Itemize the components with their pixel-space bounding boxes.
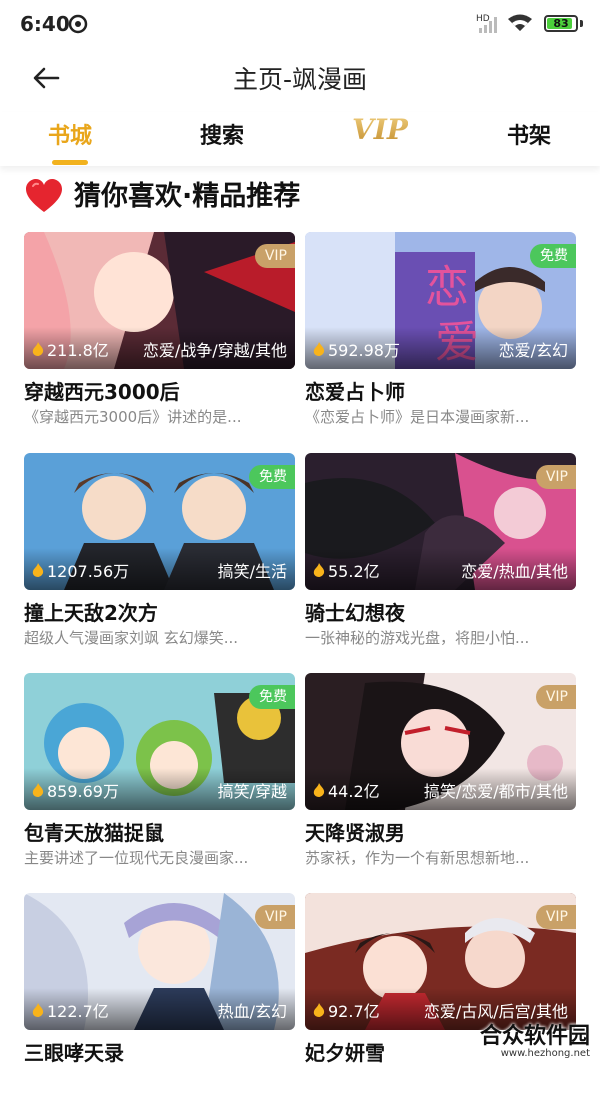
tab-vip[interactable]: VIP (352, 113, 408, 146)
comic-cover[interactable]: VIP 122.7亿 热血/玄幻 (24, 893, 295, 1030)
flame-icon (32, 783, 44, 797)
status-bar: 6:40 HD 83 (0, 0, 600, 48)
heart-icon (26, 179, 62, 212)
section-title: 猜你喜欢·精品推荐 (74, 181, 301, 212)
comic-card[interactable]: VIP 211.8亿 恋爱/战争/穿越/其他 穿越西元3000后 《穿越西元30… (24, 232, 295, 434)
flame-icon (32, 1003, 44, 1017)
comic-description: 《恋爱占卜师》是日本漫画家新... (305, 408, 530, 426)
popularity: 859.69万 (32, 778, 119, 802)
watermark: 合众软件园 www.hezhong.net (480, 1018, 590, 1059)
comic-description: 主要讲述了一位现代无良漫画家... (24, 849, 249, 867)
popularity-value: 592.98万 (328, 341, 400, 360)
popularity-value: 44.2亿 (328, 782, 380, 801)
flame-icon (313, 783, 325, 797)
popularity-value: 55.2亿 (328, 562, 380, 581)
cellular-signal-icon (479, 17, 497, 33)
genre-tags: 搞笑/恋爱/都市/其他 (423, 782, 568, 801)
comic-card[interactable]: VIP 122.7亿 热血/玄幻 三眼哮天录 (24, 893, 295, 1095)
genre-tags: 恋爱/热血/其他 (461, 562, 568, 581)
flame-icon (313, 563, 325, 577)
comic-card[interactable]: 免费 1207.56万 搞笑/生活 撞上天敌2次方 超级人气漫画家刘飒 玄幻爆笑… (24, 453, 295, 655)
comic-title[interactable]: 包青天放猫捉鼠 (24, 817, 164, 846)
vip-badge: VIP (535, 905, 576, 929)
comic-description: 《穿越西元3000后》讲述的是... (24, 408, 242, 426)
popularity: 211.8亿 (32, 337, 109, 361)
page-title: 主页-飒漫画 (232, 65, 368, 94)
comic-card[interactable]: 恋爱 免费 592.98万 恋爱/玄幻 恋爱占卜师 《恋爱占卜师》是日本漫画家新… (305, 232, 576, 434)
comic-cover[interactable]: VIP 44.2亿 搞笑/恋爱/都市/其他 (305, 673, 576, 810)
popularity-value: 859.69万 (47, 782, 119, 801)
comic-cover[interactable]: VIP 92.7亿 恋爱/古风/后宫/其他 (305, 893, 576, 1030)
flame-icon (313, 342, 325, 356)
popularity: 44.2亿 (313, 778, 380, 802)
comic-description: 苏家袄，作为一个有新思想新地... (305, 849, 530, 867)
vip-badge: VIP (254, 244, 295, 268)
flame-icon (32, 342, 44, 356)
tab-active-indicator (52, 160, 88, 165)
comic-description: 超级人气漫画家刘飒 玄幻爆笑... (24, 629, 239, 647)
vip-badge: VIP (535, 465, 576, 489)
genre-tags: 搞笑/穿越 (217, 782, 287, 801)
comic-title[interactable]: 天降贤淑男 (305, 817, 405, 846)
vip-badge: VIP (254, 905, 295, 929)
comic-card[interactable]: 免费 859.69万 搞笑/穿越 包青天放猫捉鼠 主要讲述了一位现代无良漫画家.… (24, 673, 295, 875)
app-header: 主页-飒漫画 (0, 52, 600, 104)
free-badge: 免费 (249, 465, 295, 489)
wifi-icon (508, 14, 532, 31)
genre-tags: 恋爱/战争/穿越/其他 (142, 341, 287, 360)
status-time: 6:40 (20, 12, 70, 36)
comic-title[interactable]: 骑士幻想夜 (305, 597, 405, 626)
tab-bar: 书城 搜索 VIP 书架 (0, 112, 600, 166)
tab-bookshelf[interactable]: 书架 (507, 118, 551, 150)
popularity: 92.7亿 (313, 998, 380, 1022)
comic-card[interactable]: VIP 55.2亿 恋爱/热血/其他 骑士幻想夜 一张神秘的游戏光盘，将胆小怕.… (305, 453, 576, 655)
comic-title[interactable]: 穿越西元3000后 (24, 376, 180, 405)
popularity-value: 122.7亿 (47, 1002, 109, 1021)
popularity-value: 1207.56万 (47, 562, 130, 581)
genre-tags: 搞笑/生活 (217, 562, 287, 581)
flame-icon (32, 563, 44, 577)
comic-title[interactable]: 妃夕妍雪 (305, 1037, 385, 1066)
popularity-value: 92.7亿 (328, 1002, 380, 1021)
comic-cover[interactable]: VIP 211.8亿 恋爱/战争/穿越/其他 (24, 232, 295, 369)
comic-cover[interactable]: 恋爱 免费 592.98万 恋爱/玄幻 (305, 232, 576, 369)
tab-search[interactable]: 搜索 (200, 118, 244, 150)
comic-card[interactable]: VIP 92.7亿 恋爱/古风/后宫/其他 妃夕妍雪 (305, 893, 576, 1095)
comic-title[interactable]: 撞上天敌2次方 (24, 597, 158, 626)
comic-title[interactable]: 恋爱占卜师 (305, 376, 405, 405)
battery-icon: 83 (544, 15, 578, 32)
comic-title[interactable]: 三眼哮天录 (24, 1037, 124, 1066)
comic-cover[interactable]: 免费 859.69万 搞笑/穿越 (24, 673, 295, 810)
free-badge: 免费 (249, 685, 295, 709)
comic-description: 一张神秘的游戏光盘，将胆小怕... (305, 629, 530, 647)
popularity-value: 211.8亿 (47, 341, 109, 360)
popularity: 122.7亿 (32, 998, 109, 1022)
battery-level: 83 (553, 17, 569, 30)
comic-cover[interactable]: VIP 55.2亿 恋爱/热血/其他 (305, 453, 576, 590)
tab-bookstore[interactable]: 书城 (48, 118, 92, 150)
genre-tags: 恋爱/玄幻 (498, 341, 568, 360)
free-badge: 免费 (530, 244, 576, 268)
sync-icon (68, 14, 88, 34)
genre-tags: 热血/玄幻 (217, 1002, 287, 1021)
popularity: 55.2亿 (313, 558, 380, 582)
svg-text:恋: 恋 (425, 262, 469, 313)
watermark-main: 合众软件园 (479, 1024, 590, 1049)
popularity: 592.98万 (313, 337, 400, 361)
comic-card[interactable]: VIP 44.2亿 搞笑/恋爱/都市/其他 天降贤淑男 苏家袄，作为一个有新思想… (305, 673, 576, 875)
comic-cover[interactable]: 免费 1207.56万 搞笑/生活 (24, 453, 295, 590)
vip-badge: VIP (535, 685, 576, 709)
popularity: 1207.56万 (32, 558, 129, 582)
battery-tip (580, 20, 583, 27)
flame-icon (313, 1003, 325, 1017)
